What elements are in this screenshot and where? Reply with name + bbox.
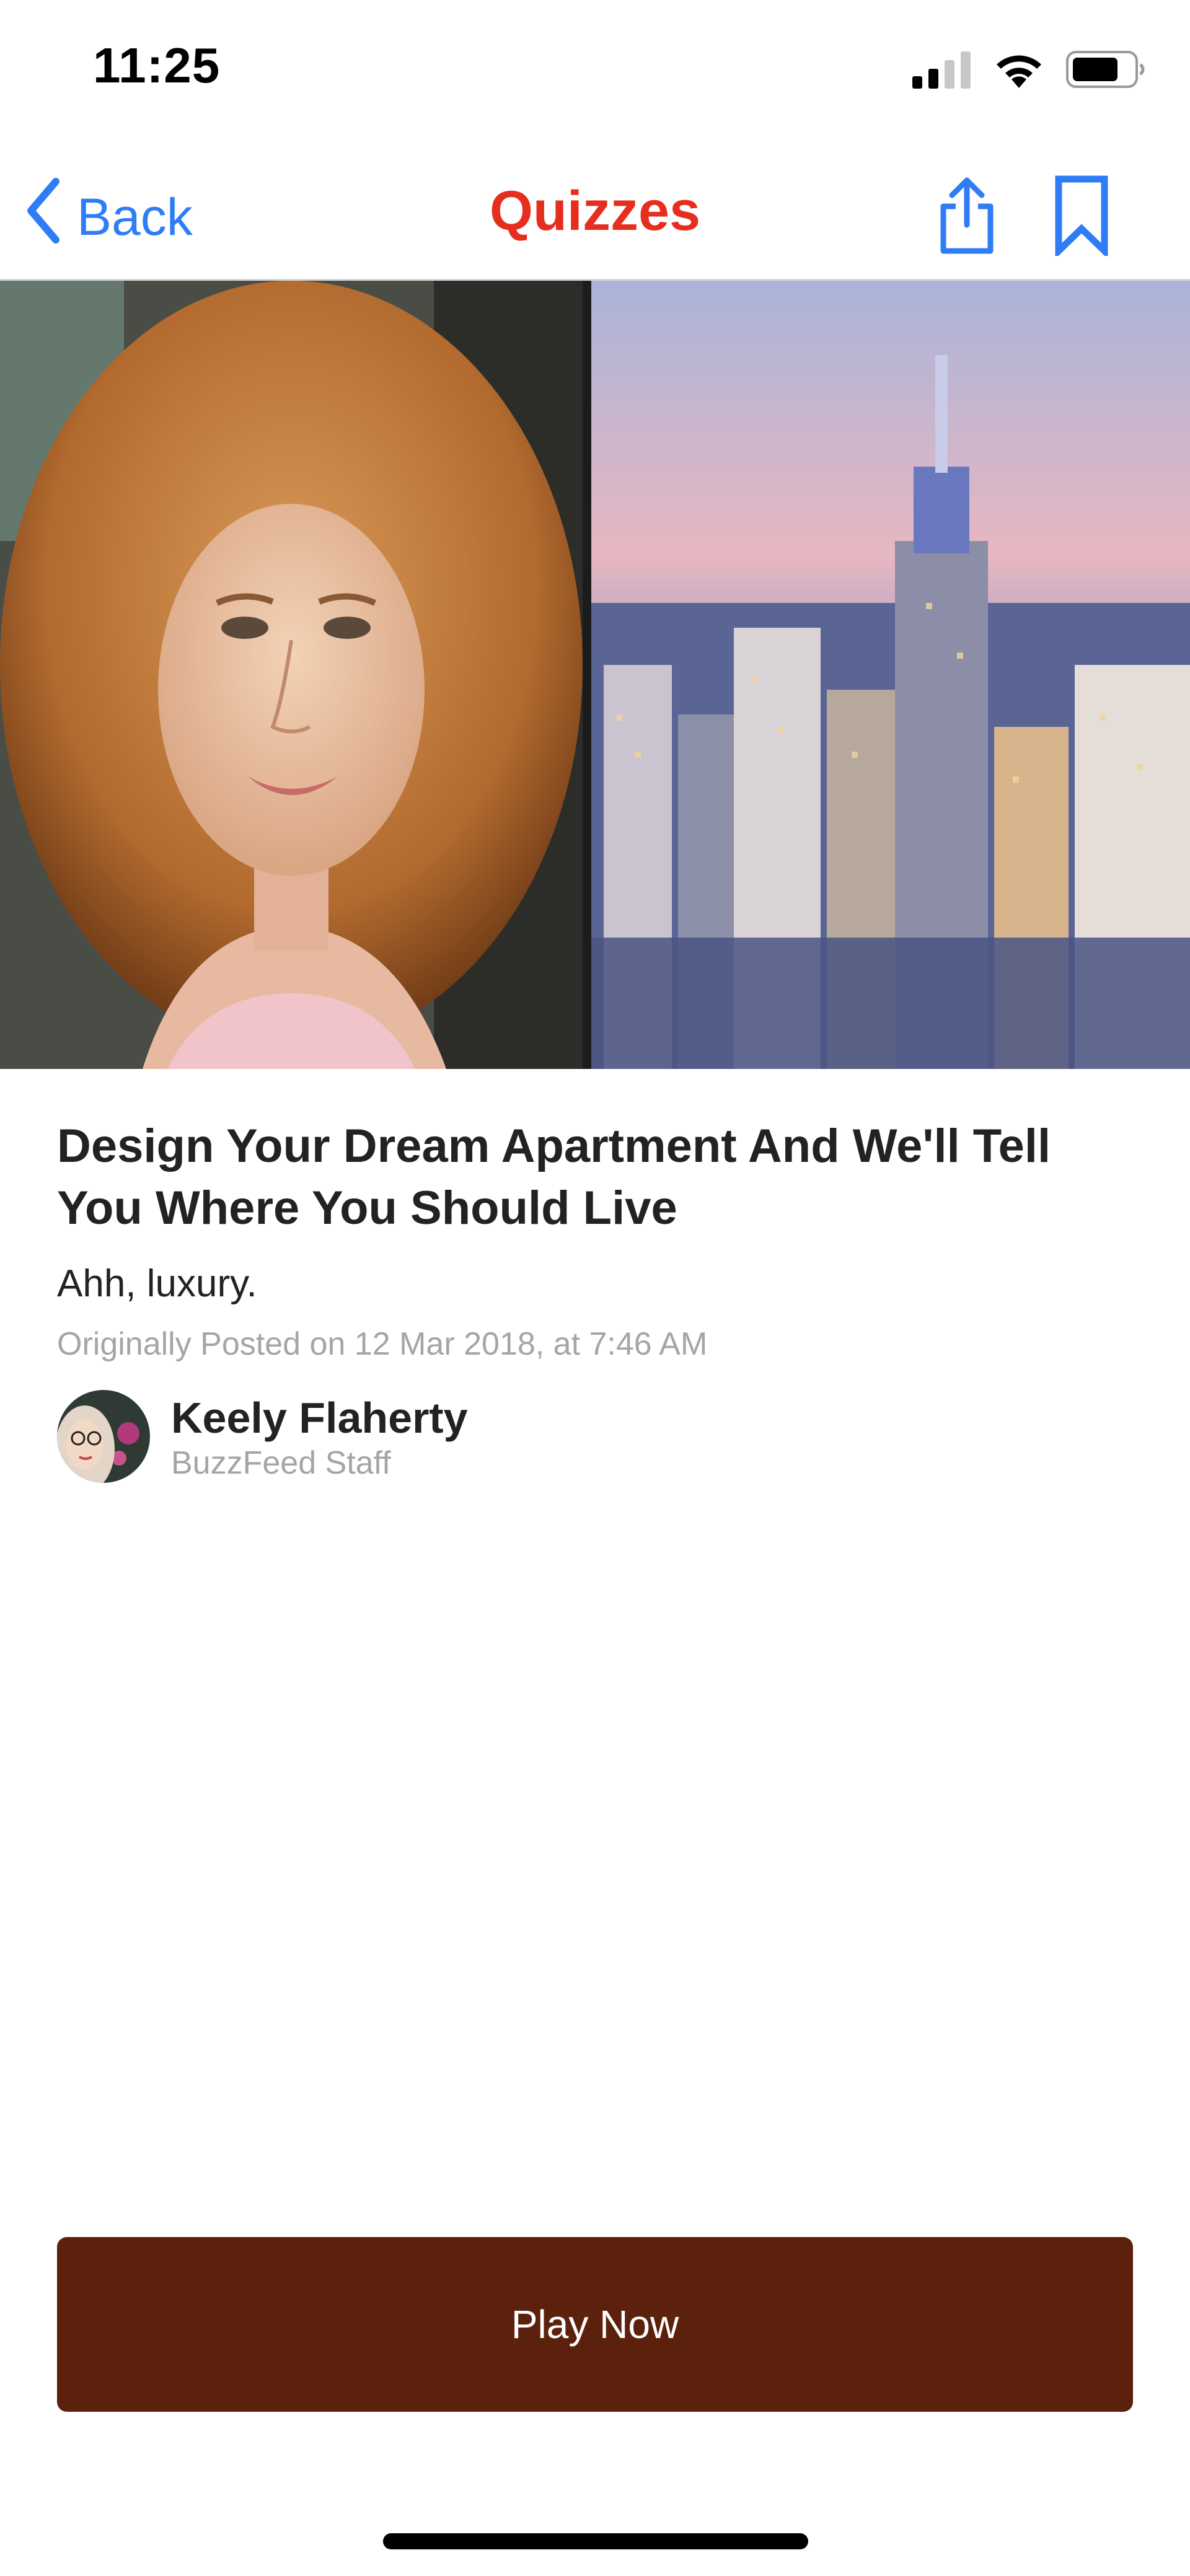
author-text: Keely Flaherty BuzzFeed Staff bbox=[171, 1393, 468, 1484]
share-button[interactable] bbox=[923, 167, 1010, 266]
article-info: Design Your Dream Apartment And We'll Te… bbox=[57, 1115, 1135, 1486]
portrait-image bbox=[0, 281, 583, 1069]
skyline-illustration bbox=[591, 281, 1190, 1069]
page-title: Quizzes bbox=[489, 180, 701, 242]
quiz-detail-screen: 11:25 Back Quizzes Design Your Dream Apa… bbox=[0, 0, 1190, 2576]
home-indicator[interactable] bbox=[383, 2533, 808, 2549]
article-title: Design Your Dream Apartment And We'll Te… bbox=[57, 1120, 1051, 1234]
article-subtitle: Ahh, luxury. bbox=[57, 1262, 257, 1305]
wifi-icon bbox=[993, 51, 1045, 92]
play-now-button[interactable]: Play Now bbox=[57, 2237, 1133, 2412]
author-name[interactable]: Keely Flaherty bbox=[171, 1393, 468, 1443]
status-time: 11:25 bbox=[93, 38, 221, 93]
status-icons bbox=[912, 50, 1147, 93]
avatar[interactable] bbox=[57, 1390, 150, 1486]
hero-image bbox=[0, 281, 1190, 1069]
share-icon bbox=[936, 175, 998, 259]
battery-icon bbox=[1066, 50, 1147, 92]
bookmark-icon bbox=[1054, 175, 1109, 259]
bookmark-button[interactable] bbox=[1038, 167, 1125, 266]
navigation-bar: Back Quizzes bbox=[0, 155, 1190, 281]
hero-divider bbox=[583, 281, 591, 1069]
author-block[interactable]: Keely Flaherty BuzzFeed Staff bbox=[57, 1390, 1135, 1486]
portrait-illustration bbox=[0, 281, 583, 1069]
posted-date: Originally Posted on 12 Mar 2018, at 7:4… bbox=[57, 1326, 708, 1362]
city-skyline-image bbox=[591, 281, 1190, 1069]
signal-icon bbox=[912, 51, 972, 92]
author-role: BuzzFeed Staff bbox=[171, 1444, 391, 1481]
